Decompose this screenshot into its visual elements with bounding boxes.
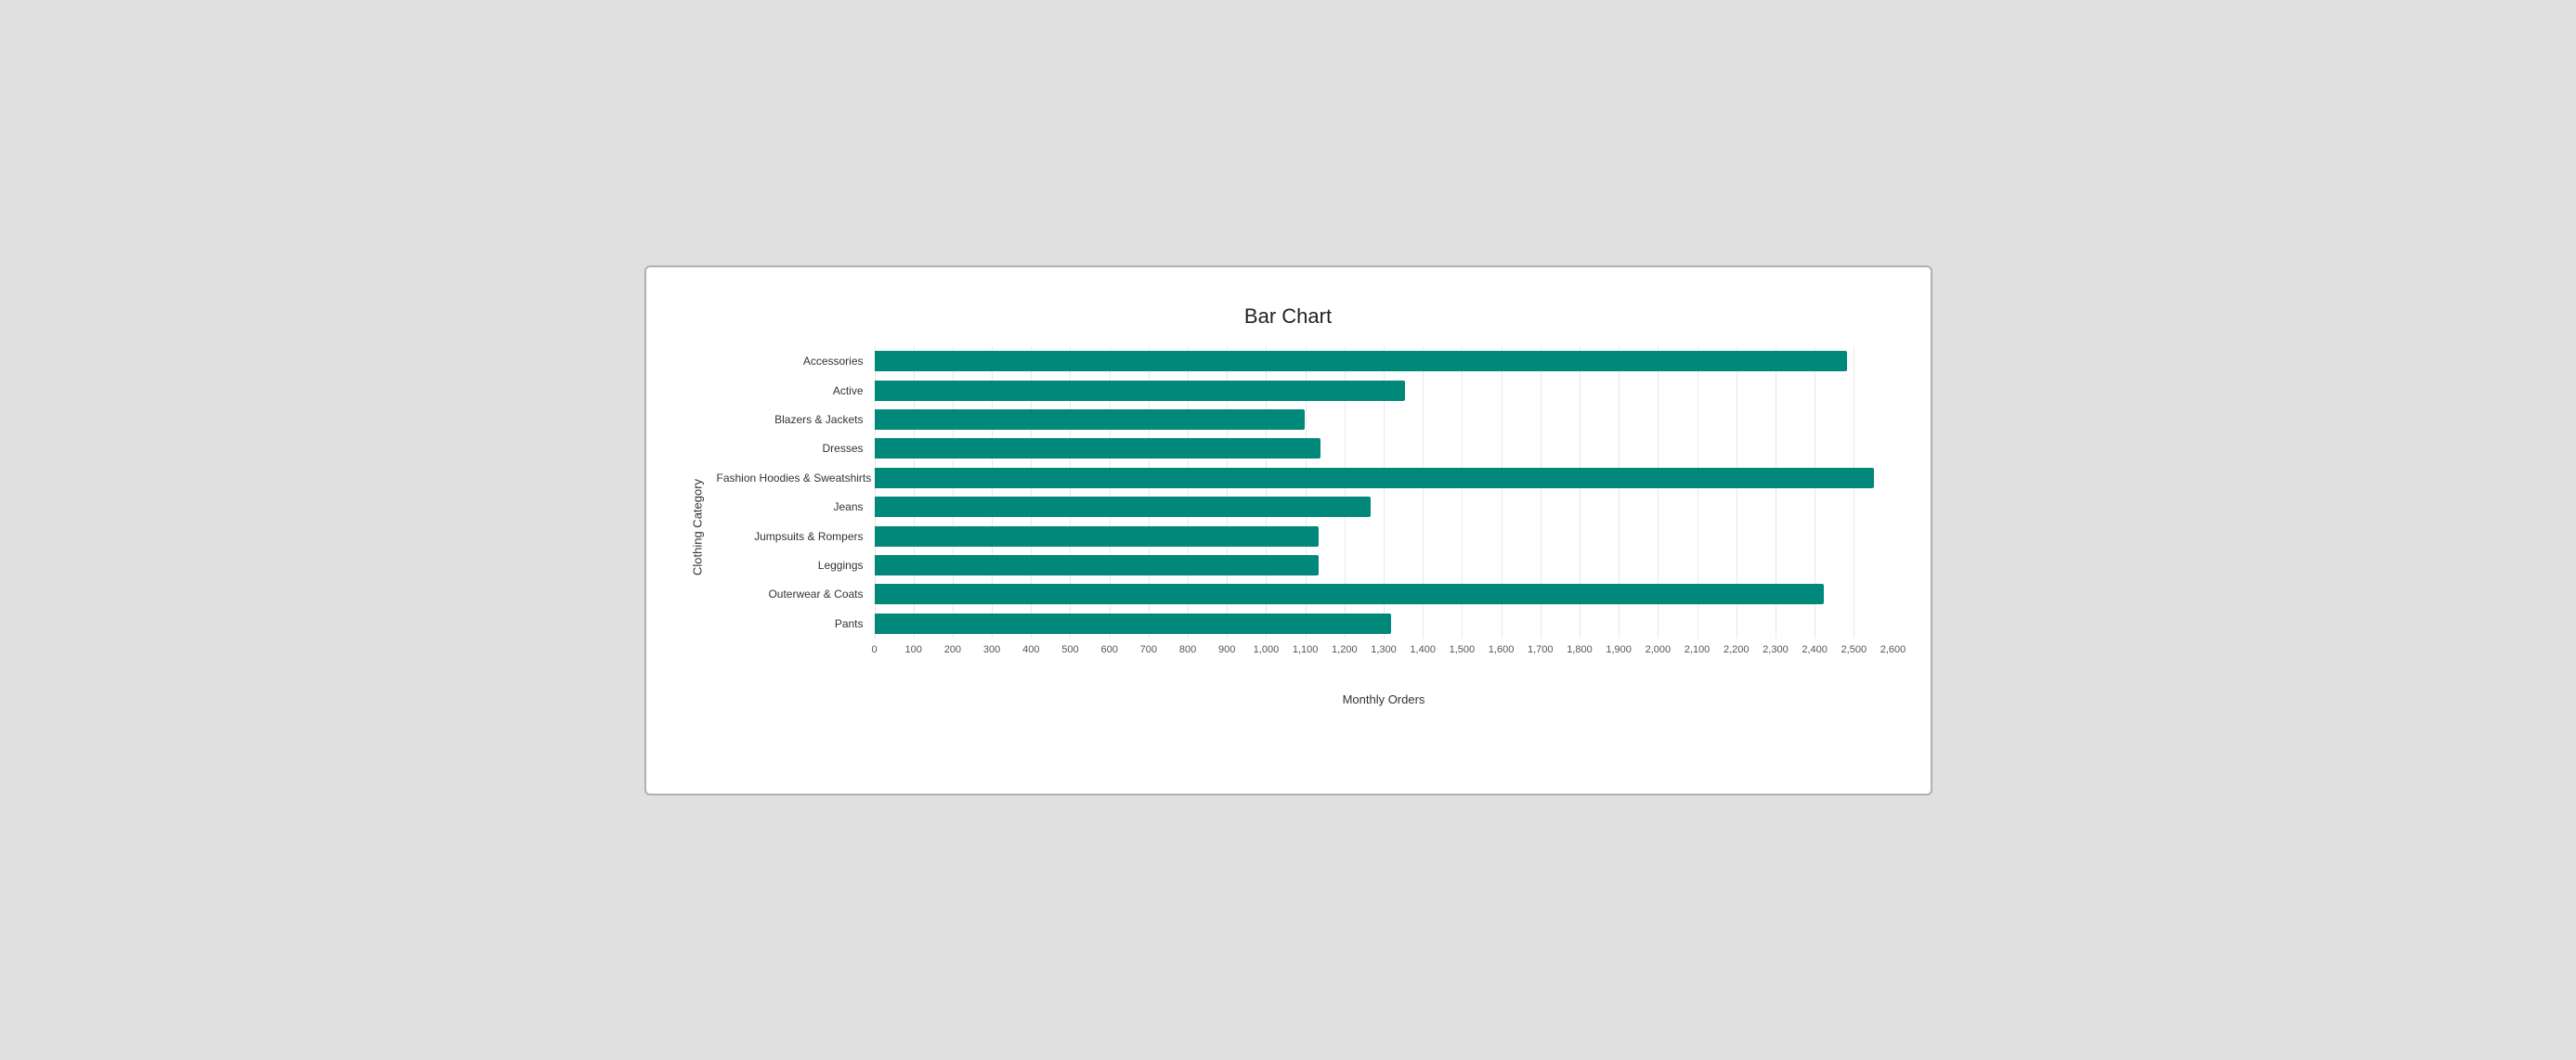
bar-row: Jumpsuits & Rompers — [717, 522, 1893, 550]
bar — [875, 526, 1319, 547]
x-tick: 2,400 — [1802, 644, 1828, 655]
x-tick: 200 — [944, 644, 961, 655]
bar — [875, 409, 1306, 430]
bar-label: Blazers & Jackets — [717, 413, 875, 426]
bar-row: Pants — [717, 609, 1893, 638]
bar-wrapper — [875, 351, 1893, 371]
x-tick: 1,300 — [1371, 644, 1397, 655]
bar-label: Jumpsuits & Rompers — [717, 530, 875, 543]
x-tick: 2,100 — [1685, 644, 1711, 655]
x-tick: 900 — [1218, 644, 1235, 655]
bar-wrapper — [875, 555, 1893, 575]
bar — [875, 614, 1392, 634]
bar-label: Jeans — [717, 500, 875, 513]
bar-row: Accessories — [717, 347, 1893, 376]
bars-section: Accessories Active Blazers & Jackets Dresse… — [717, 347, 1893, 639]
bar-wrapper — [875, 381, 1893, 401]
x-tick: 1,400 — [1410, 644, 1436, 655]
x-tick: 1,000 — [1254, 644, 1280, 655]
bar-wrapper — [875, 409, 1893, 430]
bar-row: Active — [717, 376, 1893, 405]
x-tick: 0 — [871, 644, 877, 655]
x-tick: 300 — [983, 644, 1000, 655]
bar-wrapper — [875, 438, 1893, 459]
bar — [875, 584, 1824, 604]
bar — [875, 468, 1874, 488]
chart-title: Bar Chart — [683, 304, 1893, 329]
bar-label: Outerwear & Coats — [717, 588, 875, 601]
x-tick: 100 — [905, 644, 922, 655]
x-tick: 2,200 — [1724, 644, 1750, 655]
x-tick: 500 — [1061, 644, 1078, 655]
chart-container: Bar Chart Clothing Category AccessoriesA… — [644, 265, 1932, 795]
bar-label: Fashion Hoodies & Sweatshirts — [717, 472, 875, 485]
bar-row: Leggings — [717, 550, 1893, 579]
bar-wrapper — [875, 497, 1893, 517]
chart-area: Clothing Category Accessories Active Blaze… — [683, 347, 1893, 706]
bar — [875, 438, 1321, 459]
x-tick: 1,900 — [1606, 644, 1632, 655]
x-axis-label: Monthly Orders — [875, 692, 1893, 706]
x-tick: 1,500 — [1450, 644, 1476, 655]
bar — [875, 381, 1405, 401]
bar-label: Dresses — [717, 442, 875, 455]
y-axis-label: Clothing Category — [683, 347, 711, 706]
bar-label: Active — [717, 384, 875, 397]
bar — [875, 351, 1847, 371]
bar-wrapper — [875, 468, 1893, 488]
chart-inner: Accessories Active Blazers & Jackets Dresse… — [717, 347, 1893, 706]
bar-wrapper — [875, 584, 1893, 604]
x-tick: 600 — [1100, 644, 1117, 655]
bar-row: Blazers & Jackets — [717, 405, 1893, 433]
bar-wrapper — [875, 526, 1893, 547]
bar-label: Accessories — [717, 355, 875, 368]
x-tick: 2,300 — [1763, 644, 1789, 655]
x-tick: 1,800 — [1567, 644, 1593, 655]
bar — [875, 497, 1371, 517]
bar-row: Fashion Hoodies & Sweatshirts — [717, 463, 1893, 492]
x-tick: 2,600 — [1880, 644, 1906, 655]
x-tick: 800 — [1179, 644, 1196, 655]
x-tick: 1,600 — [1489, 644, 1515, 655]
bar-row: Jeans — [717, 493, 1893, 522]
bar-row: Outerwear & Coats — [717, 580, 1893, 609]
x-tick: 1,700 — [1528, 644, 1554, 655]
x-tick: 2,500 — [1841, 644, 1867, 655]
x-tick: 400 — [1022, 644, 1039, 655]
bar-label: Leggings — [717, 559, 875, 572]
bar-wrapper — [875, 614, 1893, 634]
bar-row: Dresses — [717, 434, 1893, 463]
x-tick: 1,100 — [1293, 644, 1319, 655]
bar-label: Pants — [717, 617, 875, 630]
x-tick: 2,000 — [1646, 644, 1672, 655]
x-tick: 1,200 — [1332, 644, 1358, 655]
bar — [875, 555, 1319, 575]
x-tick: 700 — [1140, 644, 1157, 655]
